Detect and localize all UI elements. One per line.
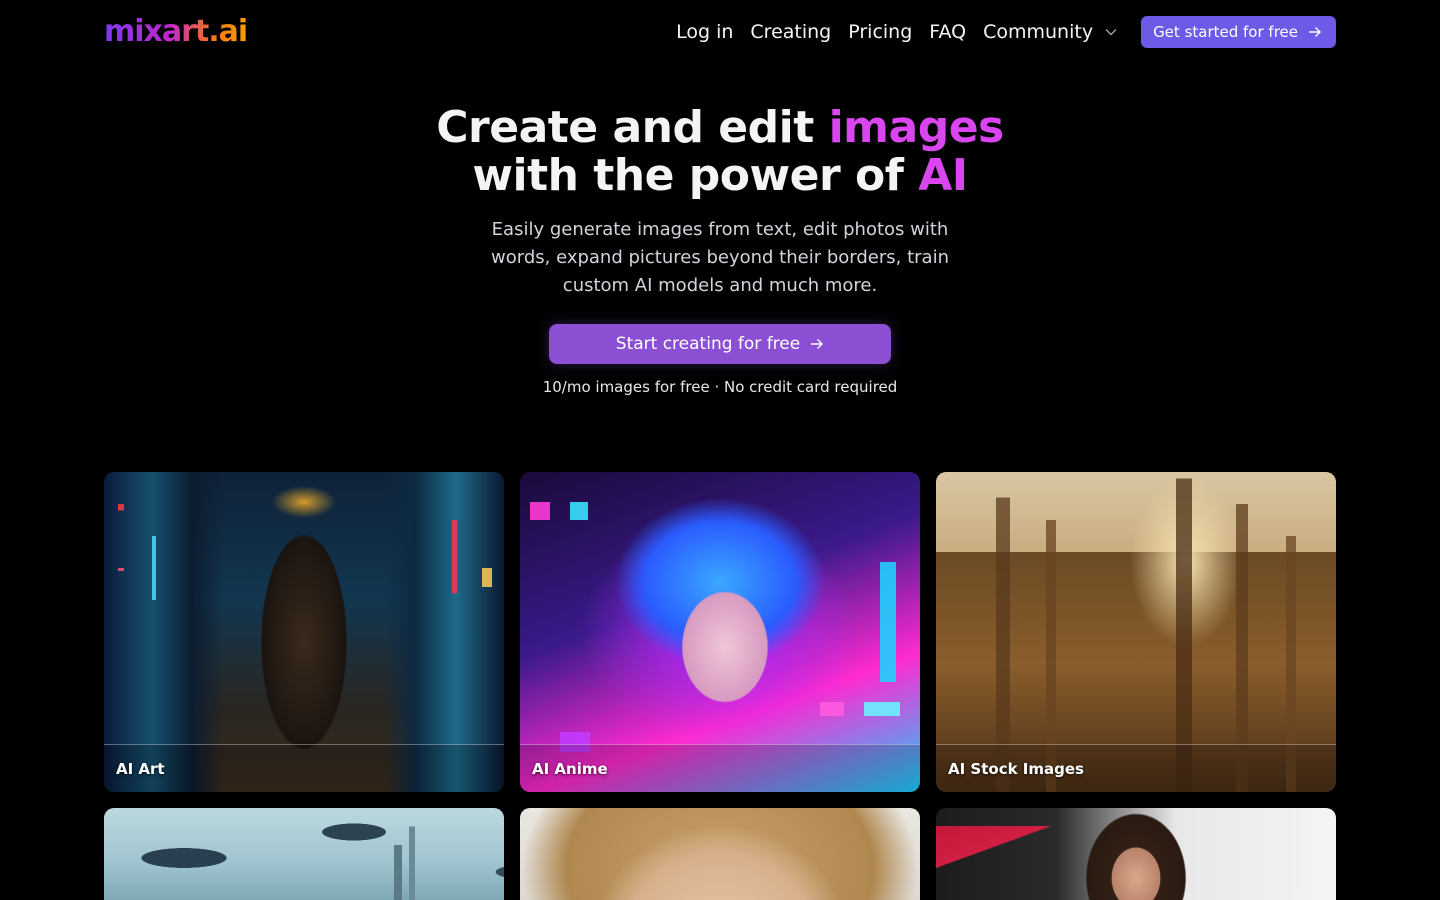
street-photo-image: [936, 808, 1336, 900]
start-creating-label: Start creating for free: [615, 334, 801, 354]
get-started-label: Get started for free: [1153, 23, 1298, 41]
nav-pricing[interactable]: Pricing: [848, 21, 912, 43]
site-header: mixart.ai Log in Creating Pricing FAQ Co…: [104, 0, 1336, 64]
arrow-right-icon: [811, 339, 824, 349]
gallery-card-portrait[interactable]: [520, 808, 920, 900]
nav-creating[interactable]: Creating: [750, 21, 831, 43]
get-started-button[interactable]: Get started for free: [1141, 16, 1336, 48]
arrow-right-icon: [1309, 27, 1321, 37]
hero-title: Create and edit images with the power of…: [0, 104, 1440, 200]
card-label: AI Stock Images: [948, 760, 1084, 778]
hero-title-line1: Create and edit images: [436, 102, 1005, 153]
hero-title-text: Create and edit: [436, 102, 829, 153]
nav-community-dropdown[interactable]: Community: [983, 21, 1117, 43]
hero-subtitle: Easily generate images from text, edit p…: [491, 219, 949, 296]
nav-community-label: Community: [983, 21, 1094, 43]
hero-title-text: with the power of: [472, 150, 919, 201]
chevron-down-icon: [1105, 29, 1117, 36]
main-nav: Log in Creating Pricing FAQ Community Ge…: [676, 16, 1336, 48]
start-creating-button[interactable]: Start creating for free: [549, 324, 891, 364]
hero-title-line2: with the power of AI: [472, 150, 968, 201]
logo[interactable]: mixart.ai: [104, 17, 248, 47]
airships-image: [104, 808, 504, 900]
card-label: AI Anime: [532, 760, 608, 778]
free-tier-note: 10/mo images for free · No credit card r…: [542, 378, 898, 396]
hero-title-highlight: AI: [918, 150, 968, 201]
portrait-image: [520, 808, 920, 900]
gallery-card-ai-stock-images[interactable]: AI Stock Images: [936, 472, 1336, 792]
hero-title-highlight: images: [828, 102, 1005, 153]
nav-faq[interactable]: FAQ: [929, 21, 966, 43]
gallery-card-ai-art[interactable]: AI Art: [104, 472, 504, 792]
gallery-card-airships[interactable]: [104, 808, 504, 900]
gallery-card-street-photo[interactable]: [936, 808, 1336, 900]
card-label: AI Art: [116, 760, 165, 778]
gallery-card-ai-anime[interactable]: AI Anime: [520, 472, 920, 792]
nav-login[interactable]: Log in: [676, 21, 733, 43]
